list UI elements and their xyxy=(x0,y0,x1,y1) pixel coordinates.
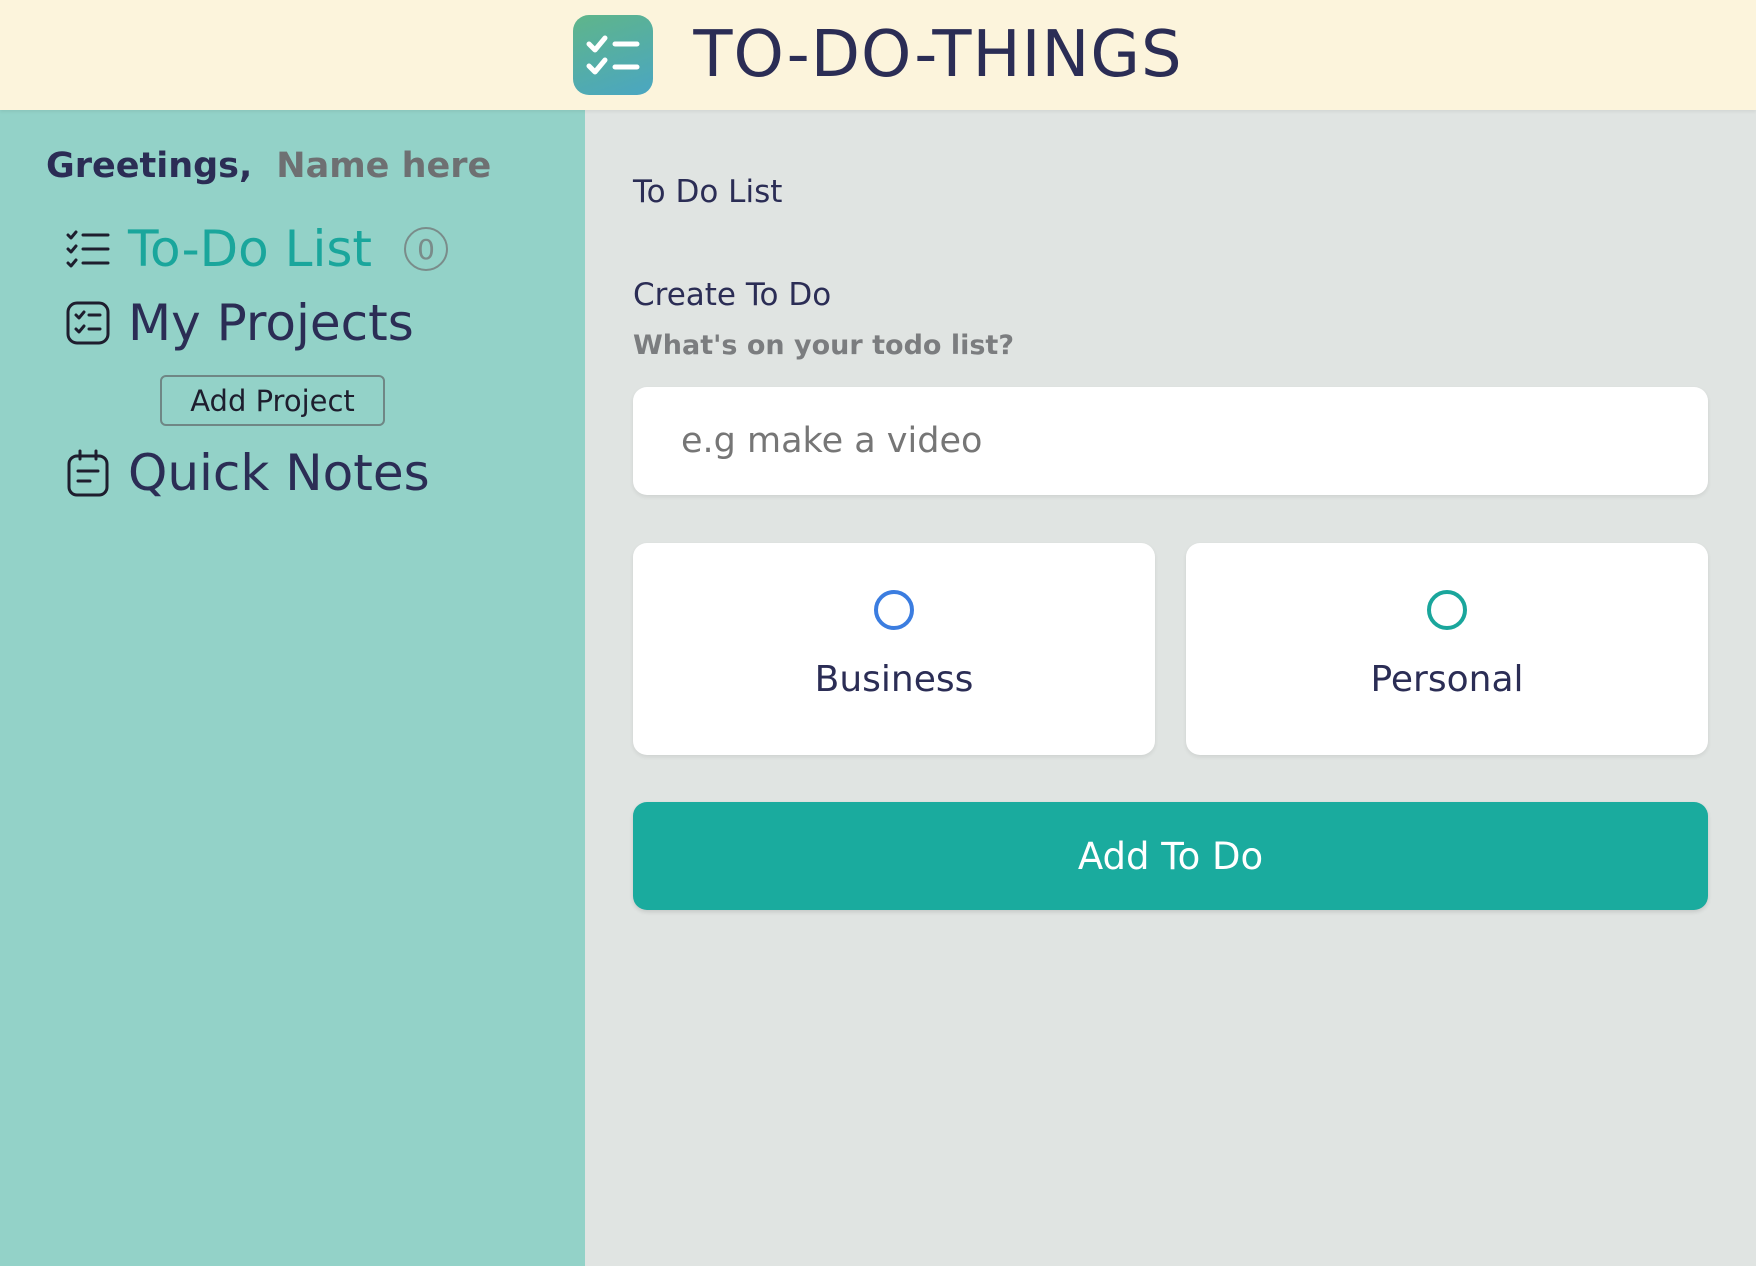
greeting-label: Greetings, xyxy=(46,146,253,186)
sidebar-item-todo-list[interactable]: To-Do List 0 xyxy=(64,220,448,278)
add-todo-button[interactable]: Add To Do xyxy=(633,802,1708,910)
personal-radio[interactable] xyxy=(1427,590,1467,630)
sidebar-item-label: Quick Notes xyxy=(128,444,430,502)
option-personal[interactable]: Personal xyxy=(1186,543,1708,755)
todo-input[interactable] xyxy=(633,387,1708,495)
greeting: Greetings, Name here xyxy=(46,146,491,186)
user-name: Name here xyxy=(276,146,492,186)
option-label: Business xyxy=(814,659,974,700)
option-label: Personal xyxy=(1370,659,1524,700)
create-todo-title: Create To Do xyxy=(633,277,832,313)
sidebar-item-my-projects[interactable]: My Projects xyxy=(64,294,414,352)
business-radio[interactable] xyxy=(874,590,914,630)
sidebar-item-quick-notes[interactable]: Quick Notes xyxy=(64,444,430,502)
checklist-icon xyxy=(573,15,654,95)
sidebar: Greetings, Name here To-Do List 0 My Pro… xyxy=(0,110,585,1266)
section-title: To Do List xyxy=(633,174,783,210)
option-business[interactable]: Business xyxy=(633,543,1155,755)
sidebar-item-label: My Projects xyxy=(128,294,414,352)
create-todo-subtitle: What's on your todo list? xyxy=(633,330,1015,361)
sidebar-item-label: To-Do List xyxy=(128,220,372,278)
list-check-icon xyxy=(64,225,112,273)
app-title: TO-DO-THINGS xyxy=(693,18,1183,92)
notepad-icon xyxy=(64,449,112,497)
todo-count-badge: 0 xyxy=(404,227,448,271)
app-header: TO-DO-THINGS xyxy=(0,0,1756,110)
checklist-square-icon xyxy=(64,299,112,347)
main-panel: To Do List Create To Do What's on your t… xyxy=(585,110,1756,1266)
add-project-button[interactable]: Add Project xyxy=(160,375,385,426)
